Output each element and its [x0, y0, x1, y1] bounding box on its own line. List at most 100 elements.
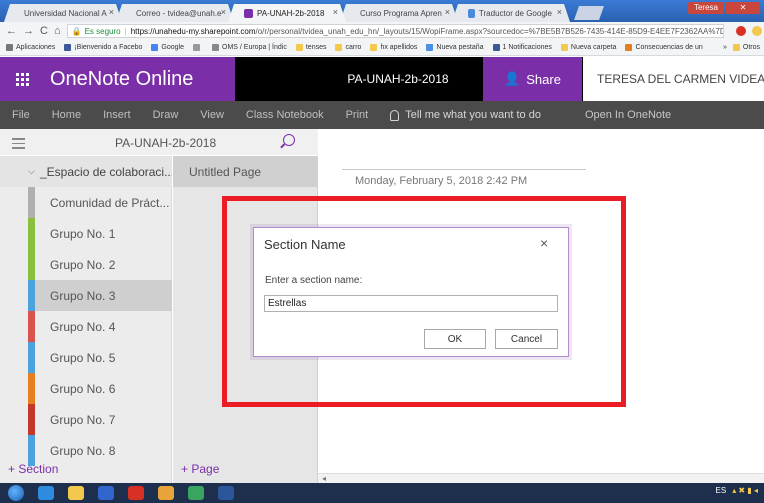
bookmark-item[interactable]: tenses: [295, 44, 326, 51]
window-controls: Teresa ✕: [687, 2, 760, 14]
horizontal-scrollbar[interactable]: ◂: [318, 473, 764, 483]
ribbon-tab-draw[interactable]: Draw: [153, 109, 179, 121]
bookmark-icon: [212, 44, 219, 51]
bookmark-icon: [295, 44, 303, 51]
section-item[interactable]: Comunidad de Práct...: [28, 187, 172, 218]
browser-tab[interactable]: Curso Programa Apren ×: [340, 4, 458, 22]
bookmark-label: Consecuencias de un: [635, 44, 703, 51]
taskbar-media-icon[interactable]: [98, 486, 114, 500]
page-title-line: [342, 169, 586, 170]
bookmark-item[interactable]: [193, 44, 203, 51]
bookmark-label: Nueva carpeta: [570, 44, 617, 51]
bookmark-item[interactable]: OMS / Europa | Índic: [212, 44, 287, 51]
section-label: Grupo No. 1: [50, 226, 116, 241]
add-page-button[interactable]: + Page: [173, 455, 318, 483]
section-group[interactable]: ⌵ _Espacio de colaboraci...: [0, 156, 172, 187]
hamburger-icon[interactable]: [12, 138, 25, 152]
ribbon-tab-home[interactable]: Home: [52, 109, 81, 121]
ribbon-tab-file[interactable]: File: [12, 109, 30, 121]
close-icon[interactable]: ×: [540, 235, 548, 251]
share-button[interactable]: 👤 Share: [483, 57, 582, 101]
section-item[interactable]: Grupo No. 7: [28, 404, 172, 435]
browser-tab[interactable]: PA-UNAH-2b-2018 ×: [228, 4, 346, 22]
section-item[interactable]: Grupo No. 5: [28, 342, 172, 373]
start-button[interactable]: [8, 485, 24, 501]
forward-icon[interactable]: →: [23, 25, 34, 37]
browser-tab-strip: Universidad Nacional A × Correo - tvidea@u…: [0, 0, 764, 22]
section-color-tab: [28, 311, 35, 342]
section-label: Grupo No. 2: [50, 257, 116, 272]
app-brand[interactable]: OneNote Online: [44, 68, 230, 91]
chevron-down-icon[interactable]: ⌵: [28, 166, 35, 177]
browser-tab[interactable]: Correo - tvidea@unah.e ×: [116, 4, 234, 22]
document-title[interactable]: PA-UNAH-2b-2018: [336, 57, 460, 101]
ribbon-tab-view[interactable]: View: [200, 109, 224, 121]
ribbon-tab-class-notebook[interactable]: Class Notebook: [246, 109, 324, 121]
user-name[interactable]: TERESA DEL CARMEN VIDEA MO: [583, 57, 764, 101]
tab-close-icon[interactable]: ×: [109, 7, 114, 17]
tab-favicon-icon: [244, 9, 253, 18]
bookmark-item[interactable]: Consecuencias de un: [625, 44, 703, 51]
search-icon[interactable]: [283, 134, 295, 146]
extension-icon-2[interactable]: [752, 26, 762, 36]
bookmark-label: Nueva pestaña: [436, 44, 484, 51]
open-in-onenote[interactable]: Open In OneNote: [585, 109, 671, 121]
tab-favicon-icon: [468, 9, 475, 18]
app-launcher-icon[interactable]: [0, 57, 44, 101]
section-item[interactable]: Grupo No. 2: [28, 249, 172, 280]
taskbar-app-icon[interactable]: [188, 486, 204, 500]
cancel-button[interactable]: Cancel: [495, 329, 558, 349]
tab-close-icon[interactable]: ×: [333, 7, 338, 17]
bookmark-item[interactable]: Nueva carpeta: [560, 44, 617, 51]
bookmark-item[interactable]: Nueva pestaña: [426, 44, 484, 51]
tab-close-icon[interactable]: ×: [445, 7, 450, 17]
section-name-input[interactable]: [264, 295, 558, 312]
section-item[interactable]: Grupo No. 4: [28, 311, 172, 342]
tell-me-box[interactable]: Tell me what you want to do: [390, 109, 541, 121]
back-icon[interactable]: ←: [6, 25, 17, 37]
bookmark-label: carro: [345, 44, 362, 51]
other-bookmarks[interactable]: Otros: [732, 44, 760, 51]
ribbon-menu: File Home Insert Draw View Class Notebook Prin…: [0, 101, 764, 129]
tab-close-icon[interactable]: ×: [221, 7, 226, 17]
section-label: Grupo No. 4: [50, 319, 116, 334]
section-label: Grupo No. 7: [50, 412, 116, 427]
section-item[interactable]: Grupo No. 6: [28, 373, 172, 404]
taskbar-explorer-icon[interactable]: [68, 486, 84, 500]
reload-icon[interactable]: C: [40, 25, 48, 37]
ribbon-tab-insert[interactable]: Insert: [103, 109, 131, 121]
browser-tab[interactable]: Traductor de Google ×: [452, 4, 570, 22]
tab-close-icon[interactable]: ×: [557, 7, 562, 17]
home-icon[interactable]: ⌂: [54, 25, 61, 37]
browser-tab[interactable]: Universidad Nacional A ×: [4, 4, 122, 22]
bookmark-label: Google: [161, 44, 184, 51]
ribbon-tab-print[interactable]: Print: [346, 109, 369, 121]
bookmark-item[interactable]: Google: [151, 44, 184, 51]
notebook-title[interactable]: PA-UNAH-2b-2018: [115, 136, 216, 150]
bookmark-item[interactable]: 1 Notificaciones: [492, 44, 552, 51]
bookmark-item[interactable]: hx apellidos: [370, 44, 417, 51]
new-tab-button[interactable]: [574, 6, 604, 20]
bookmark-item[interactable]: ¡Bienvenido a Facebo: [64, 44, 142, 51]
section-label: Grupo No. 6: [50, 381, 116, 396]
ok-button[interactable]: OK: [424, 329, 486, 349]
bookmark-item[interactable]: carro: [335, 44, 361, 51]
bookmarks-overflow[interactable]: »: [723, 44, 727, 51]
close-window-button[interactable]: ✕: [726, 2, 760, 14]
section-item[interactable]: Grupo No. 1: [28, 218, 172, 249]
taskbar-chrome-icon[interactable]: [158, 486, 174, 500]
secure-label: Es seguro: [84, 26, 121, 36]
url-input[interactable]: 🔒 Es seguro | https://unahedu-my.sharepo…: [66, 24, 724, 38]
add-section-button[interactable]: + Section: [0, 455, 172, 483]
tray-icons[interactable]: ▴ ✖ ▮ ◂: [732, 486, 758, 495]
scroll-left-icon[interactable]: ◂: [322, 474, 326, 483]
taskbar-word-icon[interactable]: [218, 486, 234, 500]
taskbar-acrobat-icon[interactable]: [128, 486, 144, 500]
profile-button[interactable]: Teresa: [687, 2, 724, 14]
bookmark-item[interactable]: Aplicaciones: [6, 44, 55, 51]
page-item[interactable]: Untitled Page: [173, 156, 318, 187]
language-indicator[interactable]: ES: [716, 486, 727, 495]
taskbar-ie-icon[interactable]: [38, 486, 54, 500]
section-item[interactable]: Grupo No. 3: [28, 280, 172, 311]
extension-icon[interactable]: [736, 26, 746, 36]
